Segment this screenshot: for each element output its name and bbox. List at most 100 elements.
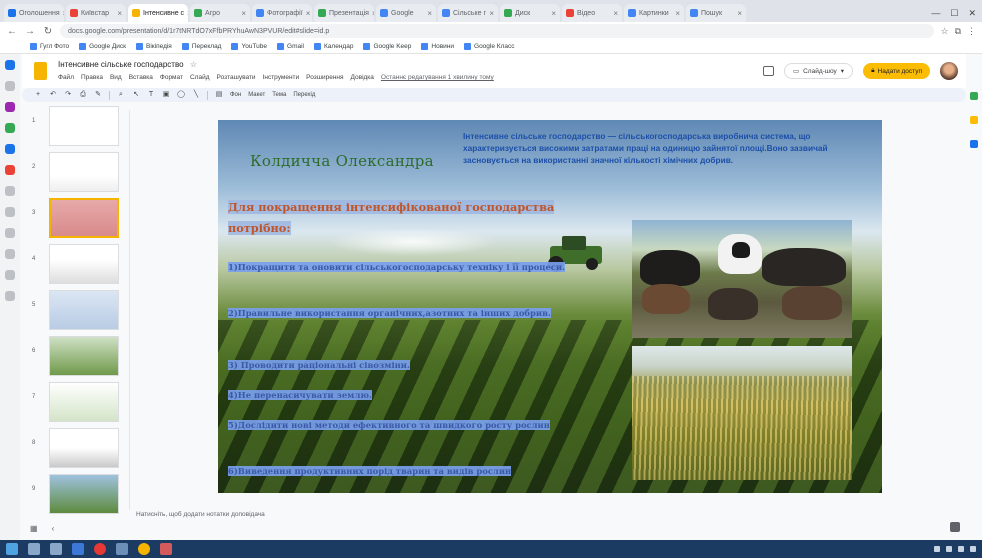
side-app-icon[interactable]: [5, 165, 15, 175]
slide-thumb-preview[interactable]: [49, 382, 119, 422]
browser-tab[interactable]: Агро ×: [190, 4, 250, 22]
shape-icon[interactable]: ◯: [177, 91, 185, 99]
bookmark-star-icon[interactable]: ☆: [940, 26, 948, 37]
print-icon[interactable]: ⎙: [79, 91, 87, 99]
close-window-icon[interactable]: ✕: [968, 8, 976, 19]
reload-icon[interactable]: ↻: [42, 26, 54, 37]
menu-item[interactable]: Довідка: [351, 74, 374, 81]
comments-icon[interactable]: [762, 66, 774, 76]
slide-thumbnail[interactable]: 8: [22, 426, 130, 472]
url-bar[interactable]: docs.google.com/presentation/d/1r7tNRTdO…: [60, 24, 935, 38]
list-item[interactable]: 5)Дослідити нові методи ефективного та ш…: [228, 418, 604, 432]
browser-tab[interactable]: Оголошення×: [4, 4, 64, 22]
browser-tab[interactable]: Диск ×: [500, 4, 560, 22]
list-item[interactable]: 3) Проводити раціональні сівозміни.: [228, 358, 604, 372]
slide-thumbnail[interactable]: 5: [22, 288, 130, 334]
filmstrip-view-icon[interactable]: ‹: [52, 524, 55, 533]
redo-icon[interactable]: ↷: [64, 91, 72, 99]
side-app-icon[interactable]: [5, 291, 15, 301]
menu-item[interactable]: Вставка: [129, 74, 153, 81]
slide-thumbnail[interactable]: 1: [22, 104, 130, 150]
slide-thumb-preview[interactable]: [49, 290, 119, 330]
current-slide[interactable]: Колдичча Олександра Інтенсивне сільське …: [218, 120, 882, 493]
close-tab-icon[interactable]: ×: [551, 9, 556, 18]
slide-thumbnail[interactable]: 6: [22, 334, 130, 380]
slide-thumbnail[interactable]: 4: [22, 242, 130, 288]
maximize-icon[interactable]: ☐: [950, 8, 958, 19]
taskbar-app-icon[interactable]: [28, 543, 40, 555]
side-app-icon[interactable]: [5, 207, 15, 217]
browser-tab[interactable]: Фотографії ×: [252, 4, 312, 22]
list-item[interactable]: 4)Не перенасичувати землю.: [228, 388, 604, 402]
slide-thumb-preview[interactable]: [49, 106, 119, 146]
document-title[interactable]: Інтенсивне сільське господарство ☆: [58, 60, 197, 69]
bookmark-item[interactable]: Вікіпедія: [136, 43, 172, 50]
add-slide-icon[interactable]: +: [34, 91, 42, 99]
paint-format-icon[interactable]: ✎: [94, 91, 102, 99]
close-tab-icon[interactable]: ×: [372, 9, 374, 18]
side-app-icon[interactable]: [5, 102, 15, 112]
minimize-icon[interactable]: —: [931, 8, 940, 18]
start-icon[interactable]: [6, 543, 18, 555]
tray-icon[interactable]: [934, 546, 940, 552]
menu-item[interactable]: Вид: [110, 74, 122, 81]
undo-icon[interactable]: ↶: [49, 91, 57, 99]
bookmark-item[interactable]: Google Класс: [464, 43, 514, 50]
slide-thumb-preview[interactable]: [49, 198, 119, 238]
bookmark-item[interactable]: Календар: [314, 43, 353, 50]
list-item[interactable]: 2)Правильне використання органічних,азот…: [228, 306, 604, 320]
list-item[interactable]: 1)Покращити та оновити сільськогосподарс…: [228, 260, 604, 274]
close-tab-icon[interactable]: ×: [489, 9, 494, 18]
side-app-icon[interactable]: [5, 249, 15, 259]
extensions-icon[interactable]: ⧉: [955, 26, 961, 37]
menu-item[interactable]: Файл: [58, 74, 74, 81]
avatar[interactable]: [940, 62, 958, 80]
side-app-icon[interactable]: [5, 186, 15, 196]
close-tab-icon[interactable]: ×: [613, 9, 618, 18]
browser-tab[interactable]: Google ×: [376, 4, 436, 22]
wheat-photo[interactable]: [632, 346, 852, 480]
calendar-icon[interactable]: [970, 92, 978, 100]
last-edit-link[interactable]: Останнє редагування 1 хвилину тому: [381, 74, 494, 81]
menu-item[interactable]: Розташувати: [217, 74, 256, 81]
close-tab-icon[interactable]: ×: [241, 9, 246, 18]
present-button[interactable]: ▭ Слайд-шоу ▾: [783, 63, 854, 79]
bookmark-item[interactable]: YouTube: [231, 43, 267, 50]
keep-icon[interactable]: [970, 116, 978, 124]
transition-button[interactable]: Перехід: [293, 92, 315, 98]
bookmark-item[interactable]: Google Keep: [363, 43, 411, 50]
cows-photo[interactable]: [632, 220, 852, 338]
theme-button[interactable]: Тема: [272, 92, 286, 98]
menu-item[interactable]: Формат: [160, 74, 183, 81]
taskbar-app-icon[interactable]: [50, 543, 62, 555]
document-title-text[interactable]: Інтенсивне сільське господарство: [58, 60, 184, 69]
browser-tab[interactable]: Інтенсивне с×: [128, 4, 188, 22]
browser-tab[interactable]: Відео ×: [562, 4, 622, 22]
slide-thumb-preview[interactable]: [49, 244, 119, 284]
author-name[interactable]: Колдичча Олександра: [250, 152, 434, 170]
definition-text[interactable]: Інтенсивне сільське господарство — сільс…: [463, 130, 863, 166]
slide-thumbnail[interactable]: 3: [22, 196, 130, 242]
slide-thumbnail[interactable]: 2: [22, 150, 130, 196]
back-icon[interactable]: ←: [6, 26, 18, 37]
slide-thumbnail[interactable]: 9: [22, 472, 130, 518]
opera-icon[interactable]: [94, 543, 106, 555]
chevron-down-icon[interactable]: ▾: [841, 67, 844, 75]
slide-thumb-preview[interactable]: [49, 152, 119, 192]
select-icon[interactable]: ↖: [132, 91, 140, 99]
layout-button[interactable]: Макет: [248, 92, 265, 98]
slide-heading[interactable]: Для покращення інтенсифікованої господар…: [228, 197, 608, 239]
browser-tab[interactable]: Київстар ×: [66, 4, 126, 22]
image-icon[interactable]: ▣: [162, 91, 170, 99]
close-tab-icon[interactable]: ×: [737, 9, 742, 18]
zoom-icon[interactable]: ⌕: [117, 91, 125, 99]
tray-icon[interactable]: [970, 546, 976, 552]
slides-logo-icon[interactable]: [34, 62, 47, 80]
menu-item[interactable]: Слайд: [190, 74, 210, 81]
side-app-icon[interactable]: [5, 60, 15, 70]
share-button[interactable]: 🔒︎ Надати доступ: [863, 63, 930, 79]
tray-icon[interactable]: [946, 546, 952, 552]
taskbar-app-icon[interactable]: [72, 543, 84, 555]
close-tab-icon[interactable]: ×: [675, 9, 680, 18]
slide-thumb-preview[interactable]: [49, 474, 119, 514]
